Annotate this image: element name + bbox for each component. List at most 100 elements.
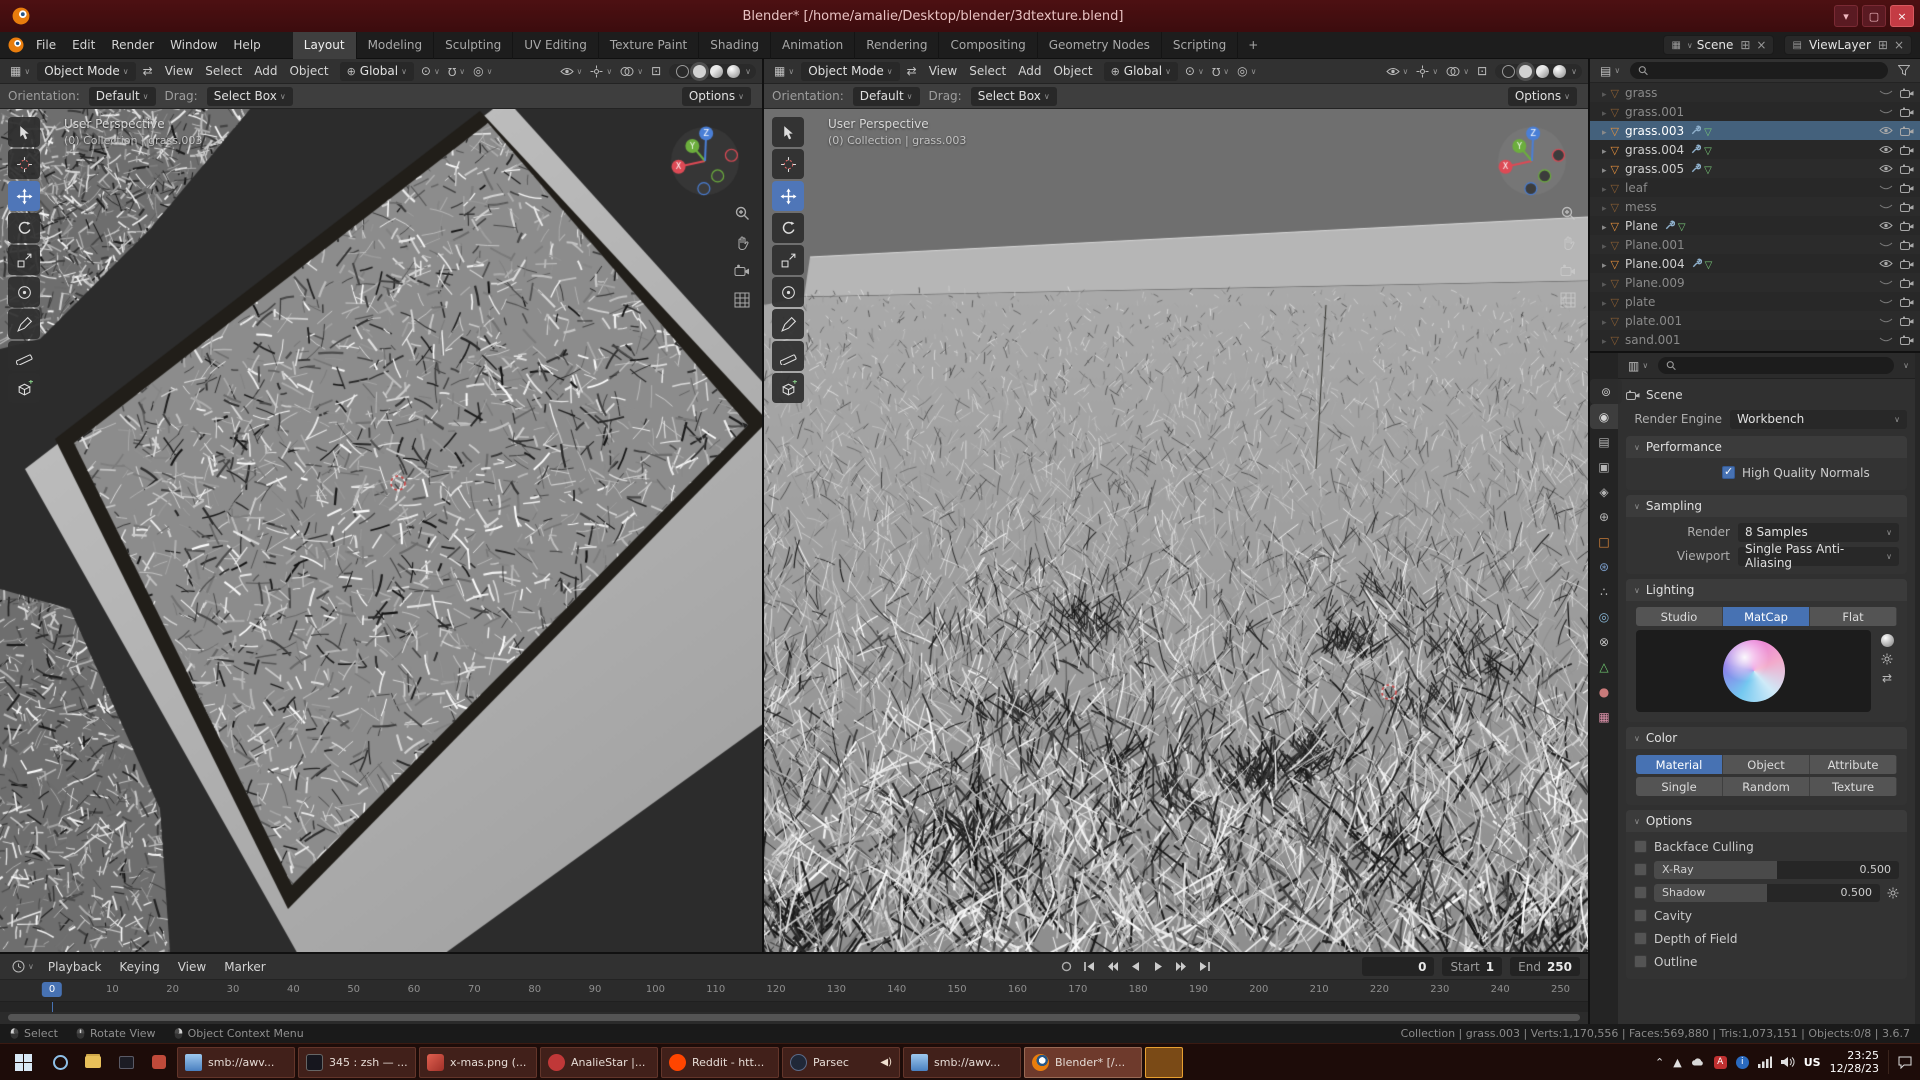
properties-tab[interactable] [1590,704,1618,729]
matcap-flip-icon[interactable]: ⇄ [1882,671,1892,685]
taskbar-button[interactable]: Reddit - htt... ◀) [661,1047,779,1078]
add-cube-tool[interactable] [8,373,40,403]
eye-closed-icon[interactable] [1879,278,1893,287]
select-box-tool[interactable] [772,117,804,147]
menubar-menu[interactable]: File [28,35,64,55]
show-gizmo-icon[interactable]: ∨ [586,65,616,78]
play-button[interactable] [1148,958,1168,976]
outliner-row[interactable]: sand.001 [1590,330,1920,349]
properties-tab[interactable] [1590,429,1618,454]
expand-arrow-icon[interactable] [1602,200,1607,214]
hidden-icons-chevron[interactable]: ⌃ [1655,1056,1664,1069]
proportional-editing-icon[interactable]: ◎∨ [469,64,496,78]
viewport-menu[interactable]: View [923,61,963,81]
viewport-3d-view[interactable] [0,109,762,952]
orientation-dropdown[interactable]: Default∨ [89,87,156,106]
timeline-menu[interactable]: Playback [40,957,110,977]
taskbar-button[interactable]: smb://awv... ◀) [903,1047,1021,1078]
next-keyframe-button[interactable] [1171,958,1191,976]
taskbar-clock[interactable]: 23:25 12/28/23 [1830,1049,1879,1075]
expand-arrow-icon[interactable] [1602,257,1607,271]
scrollbar-thumb[interactable] [8,1014,1580,1021]
timeline-menu[interactable]: View [170,957,214,977]
hide-in-viewport-icon[interactable] [1879,221,1893,230]
outliner-row[interactable]: grass.003 [1590,121,1920,140]
pan-hand-icon[interactable] [1560,234,1576,253]
options-section-header[interactable]: ∨Options [1626,810,1907,832]
jump-to-start-button[interactable] [1079,958,1099,976]
menubar-menu[interactable]: Render [103,35,162,55]
properties-tab[interactable] [1590,504,1618,529]
menubar-menu[interactable]: Help [225,35,268,55]
properties-tab[interactable] [1590,679,1618,704]
cloud-sync-tray-icon[interactable] [1691,1055,1705,1069]
measure-tool[interactable] [8,341,40,371]
lighting-mode-button[interactable]: Studio [1636,607,1723,626]
show-overlays-icon[interactable]: ∨ [1442,66,1473,77]
disable-in-renders-icon[interactable] [1900,240,1914,250]
xray-slider[interactable]: X-Ray 0.500 [1654,861,1899,879]
notification-center-icon[interactable] [1898,1055,1912,1069]
rotate-tool[interactable] [8,213,40,243]
anydesk-tray-icon[interactable]: A [1714,1056,1727,1069]
expand-arrow-icon[interactable] [1602,314,1607,328]
shading-solid-icon[interactable] [693,65,706,78]
expand-arrow-icon[interactable] [1602,238,1607,252]
start-button[interactable] [4,1047,42,1078]
sampling-dropdown[interactable]: Single Pass Anti-Aliasing∨ [1738,547,1899,566]
properties-tab[interactable] [1590,454,1618,479]
properties-search-input[interactable] [1681,359,1886,372]
terminal-pinned-icon[interactable] [111,1047,141,1077]
show-overlays-icon[interactable]: ∨ [616,66,647,77]
zoom-icon[interactable] [1560,205,1576,224]
taskbar-button[interactable]: x-mas.png (... ◀) [419,1047,537,1078]
properties-tab[interactable] [1590,604,1618,629]
hide-in-viewport-icon[interactable] [1879,164,1893,173]
expand-arrow-icon[interactable] [1602,162,1607,176]
transform-orientation-dropdown[interactable]: ⊕Global∨ [340,62,414,81]
color-mode-button[interactable]: Random [1723,777,1810,796]
snap-magnet-icon[interactable]: Ω∨ [444,65,469,78]
scale-tool[interactable] [772,245,804,275]
outliner-row[interactable]: grass.001 [1590,102,1920,121]
disable-in-renders-icon[interactable] [1900,297,1914,307]
properties-tab[interactable] [1590,554,1618,579]
workspace-tab[interactable]: Scripting [1162,32,1238,59]
workspace-tab[interactable]: Animation [771,32,855,59]
cursor-tool[interactable] [8,149,40,179]
shading-rendered-icon[interactable] [727,65,740,78]
color-mode-button[interactable]: Texture [1810,777,1897,796]
outliner-row[interactable]: Plane.009 [1590,273,1920,292]
add-cube-tool[interactable] [772,373,804,403]
outliner-row[interactable]: Plane [1590,216,1920,235]
jump-to-end-button[interactable] [1194,958,1214,976]
workspace-tab[interactable]: Texture Paint [599,32,699,59]
move-tool[interactable] [772,181,804,211]
disable-in-renders-icon[interactable] [1900,107,1914,117]
properties-tab[interactable] [1590,404,1618,429]
eye-closed-icon[interactable] [1879,183,1893,192]
outliner-row[interactable]: grass.005 [1590,159,1920,178]
current-frame-field[interactable]: 0 [1362,957,1434,976]
properties-editor-icon[interactable]: ▥∨ [1624,359,1652,373]
properties-tab[interactable] [1590,529,1618,554]
mode-transfer-icon[interactable]: ⇄ [903,64,921,78]
outliner-row[interactable]: Plane.001 [1590,235,1920,254]
file-explorer-pinned-icon[interactable] [78,1047,108,1077]
blender-menu-icon[interactable] [8,37,24,53]
shading-solid-icon[interactable] [1519,65,1532,78]
taskbar-button[interactable]: ◀) [1145,1047,1183,1078]
timeline-menu[interactable]: Keying [111,957,167,977]
properties-scrollbar[interactable] [1915,353,1920,1024]
expand-arrow-icon[interactable] [1602,105,1607,119]
options-dropdown[interactable]: Options∨ [682,87,751,106]
color-type-button[interactable]: Material [1636,755,1723,774]
show-gizmo-icon[interactable]: ∨ [1412,65,1442,78]
filter-icon[interactable] [1894,65,1914,76]
workspace-tab[interactable]: Layout [293,32,357,59]
expand-arrow-icon[interactable] [1602,276,1607,290]
rotate-tool[interactable] [772,213,804,243]
eye-closed-icon[interactable] [1879,335,1893,344]
eye-closed-icon[interactable] [1879,202,1893,211]
eye-closed-icon[interactable] [1879,316,1893,325]
